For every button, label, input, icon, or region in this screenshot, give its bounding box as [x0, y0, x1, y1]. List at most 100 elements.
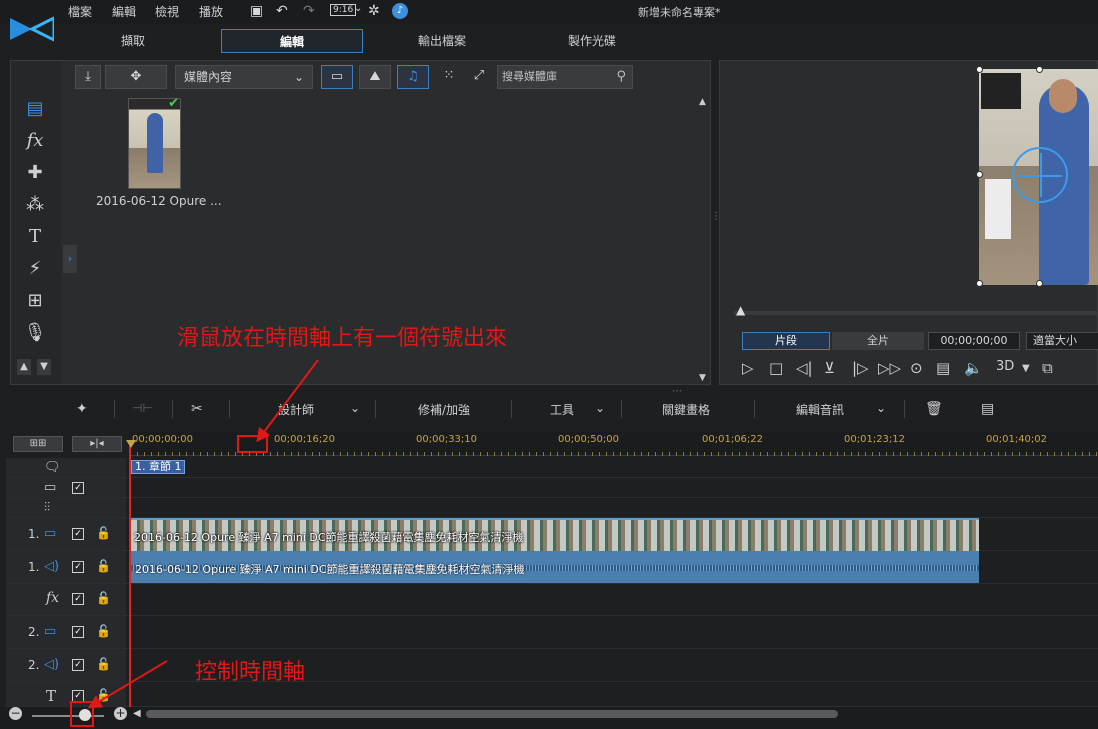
scroll-down-icon[interactable]: ▼ — [699, 373, 706, 383]
resize-handle[interactable] — [976, 280, 983, 287]
chapter-marker[interactable]: 1. 章節 1 — [131, 460, 185, 474]
lock-icon[interactable]: 🔓 — [96, 559, 111, 573]
split-tool-icon[interactable]: ⊣⊢ — [132, 401, 153, 415]
playhead[interactable] — [129, 444, 131, 709]
resize-handle[interactable] — [976, 171, 983, 178]
save-icon[interactable]: ▣ — [250, 3, 263, 19]
panel-resize-handle[interactable]: ⋯ — [672, 386, 682, 397]
video-filter-icon[interactable]: ▭ — [321, 65, 353, 89]
effects-room-icon[interactable]: fx — [23, 129, 47, 153]
import-media-icon[interactable]: ⤓ — [75, 65, 101, 89]
designer-menu[interactable]: 設計師 — [278, 401, 314, 418]
three-d-toggle[interactable]: 3D — [996, 359, 1014, 374]
notes-icon[interactable]: ▤ — [981, 401, 994, 417]
next-frame-icon[interactable]: |▷ — [852, 359, 869, 377]
scroll-up-icon[interactable]: ▲ — [699, 97, 706, 107]
scroll-up-icon[interactable]: ▲ — [17, 359, 31, 375]
clip-mode-button[interactable]: 片段 — [742, 332, 830, 350]
audio-clip[interactable]: 2016-06-12 Opure 臻淨 A7 mini DC節能重譯殺菌藉電集塵… — [131, 551, 979, 583]
voiceover-room-icon[interactable]: 🎙 — [23, 321, 47, 345]
pip-room-icon[interactable]: ✚ — [23, 161, 47, 185]
resize-handle[interactable] — [976, 66, 983, 73]
snapshot-icon[interactable]: ⊙ — [910, 359, 923, 377]
menu-view[interactable]: 檢視 — [155, 3, 179, 20]
lock-icon[interactable]: 🔓 — [96, 624, 111, 638]
media-room-icon[interactable]: ▤ — [23, 97, 47, 121]
tab-capture[interactable]: 擷取 — [62, 29, 204, 53]
resize-handle[interactable] — [1036, 280, 1043, 287]
grid-view-icon[interactable]: ⁙ — [437, 65, 461, 89]
previous-frame-icon[interactable]: ◁| — [796, 359, 813, 377]
position-crosshair-icon[interactable] — [1012, 147, 1068, 203]
chevron-down-icon[interactable]: ⌄ — [350, 401, 360, 415]
notification-icon[interactable]: ♪ — [392, 3, 408, 19]
timecode-field[interactable]: 00;00;00;00 — [928, 332, 1020, 350]
delete-icon[interactable]: 🗑 — [925, 401, 943, 417]
audio-mixing-room-icon[interactable]: ⊞ — [23, 289, 47, 313]
keyframe-button[interactable]: 關鍵畫格 — [662, 401, 710, 418]
lock-icon[interactable]: 🔓 — [96, 591, 111, 605]
fit-timeline-icon[interactable]: ▸|◂ — [72, 436, 122, 452]
magic-tools-icon[interactable]: ✦ — [76, 401, 88, 417]
track-enable-checkbox[interactable]: ✓ — [72, 626, 84, 638]
redo-icon[interactable]: ↷ — [303, 3, 315, 19]
lock-icon[interactable]: 🔓 — [96, 657, 111, 671]
chevron-down-icon[interactable]: ⌄ — [876, 401, 886, 415]
media-thumbnail[interactable]: ✔ — [128, 96, 181, 189]
split-icon[interactable]: ⊻ — [824, 359, 835, 377]
cut-icon[interactable]: ✂ — [191, 401, 203, 417]
chevron-down-icon[interactable]: ⌄ — [595, 401, 605, 415]
track-enable-checkbox[interactable]: ✓ — [72, 482, 84, 494]
tab-create-disc[interactable]: 製作光碟 — [521, 29, 663, 53]
seek-knob-icon[interactable]: ▲ — [736, 303, 745, 317]
tab-produce[interactable]: 輸出檔案 — [371, 29, 513, 53]
aspect-ratio-button[interactable]: 9:16 — [330, 4, 357, 16]
plugins-icon[interactable]: ✥ — [105, 65, 167, 89]
lock-icon[interactable]: 🔓 — [96, 526, 111, 540]
menu-edit[interactable]: 編輯 — [112, 3, 136, 20]
timeline-horizontal-scrollbar[interactable] — [146, 710, 838, 718]
fix-enhance-button[interactable]: 修補/加強 — [418, 401, 470, 418]
track-enable-checkbox[interactable]: ✓ — [72, 528, 84, 540]
subtitle-icon[interactable]: ▤ — [936, 359, 950, 377]
library-scrollbar[interactable]: ▲ ▼ — [699, 97, 711, 383]
preview-seek-slider[interactable] — [734, 311, 1098, 315]
scroll-down-icon[interactable]: ▼ — [37, 359, 51, 375]
video-clip[interactable]: 2016-06-12 Opure 臻淨 A7 mini DC節能重譯殺菌藉電集塵… — [131, 518, 979, 551]
playhead-marker-icon[interactable] — [126, 440, 136, 448]
image-filter-icon[interactable]: ⛰ — [359, 65, 391, 89]
transition-room-icon[interactable]: ⚡ — [23, 257, 47, 281]
lock-icon[interactable]: 🔓 — [96, 688, 111, 702]
stop-icon[interactable]: □ — [769, 359, 783, 377]
chevron-down-icon[interactable]: ▼ — [1022, 363, 1030, 374]
expand-sidebar-icon[interactable]: › — [63, 245, 77, 273]
search-icon[interactable]: ⚲ — [616, 66, 626, 88]
undock-icon[interactable]: ⧉ — [1042, 359, 1053, 377]
zoom-out-icon[interactable]: − — [9, 707, 22, 720]
movie-mode-button[interactable]: 全片 — [832, 332, 924, 350]
track-enable-checkbox[interactable]: ✓ — [72, 561, 84, 573]
menu-file[interactable]: 檔案 — [68, 3, 92, 20]
volume-icon[interactable]: 🔈 — [964, 359, 983, 377]
scroll-left-icon[interactable]: ◀ — [133, 708, 141, 719]
particle-room-icon[interactable]: ⁂ — [23, 193, 47, 217]
chevron-down-icon[interactable]: ⌄ — [354, 3, 362, 14]
edit-audio-menu[interactable]: 編輯音訊 — [796, 401, 844, 418]
resize-handle[interactable] — [1036, 66, 1043, 73]
settings-icon[interactable]: ✲ — [368, 3, 380, 19]
track-enable-checkbox[interactable]: ✓ — [72, 659, 84, 671]
expand-icon[interactable]: ⤢ — [467, 65, 491, 89]
title-room-icon[interactable]: T — [23, 225, 47, 249]
track-manager-icon[interactable]: ⊞⊞ — [13, 436, 63, 452]
tab-edit[interactable]: 編輯 — [221, 29, 363, 53]
search-input[interactable]: 搜尋媒體庫 ⚲ — [497, 65, 633, 89]
music-filter-icon[interactable]: ♫ — [397, 65, 429, 89]
zoom-dropdown[interactable]: 適當大小 — [1026, 332, 1098, 350]
play-icon[interactable]: ▷ — [742, 359, 754, 377]
undo-icon[interactable]: ↶ — [276, 3, 288, 19]
media-content-dropdown[interactable]: 媒體內容 ⌄ — [175, 65, 313, 89]
menu-play[interactable]: 播放 — [199, 3, 223, 20]
zoom-in-icon[interactable]: + — [114, 707, 127, 720]
track-enable-checkbox[interactable]: ✓ — [72, 593, 84, 605]
fast-forward-icon[interactable]: ▷▷ — [878, 359, 901, 377]
